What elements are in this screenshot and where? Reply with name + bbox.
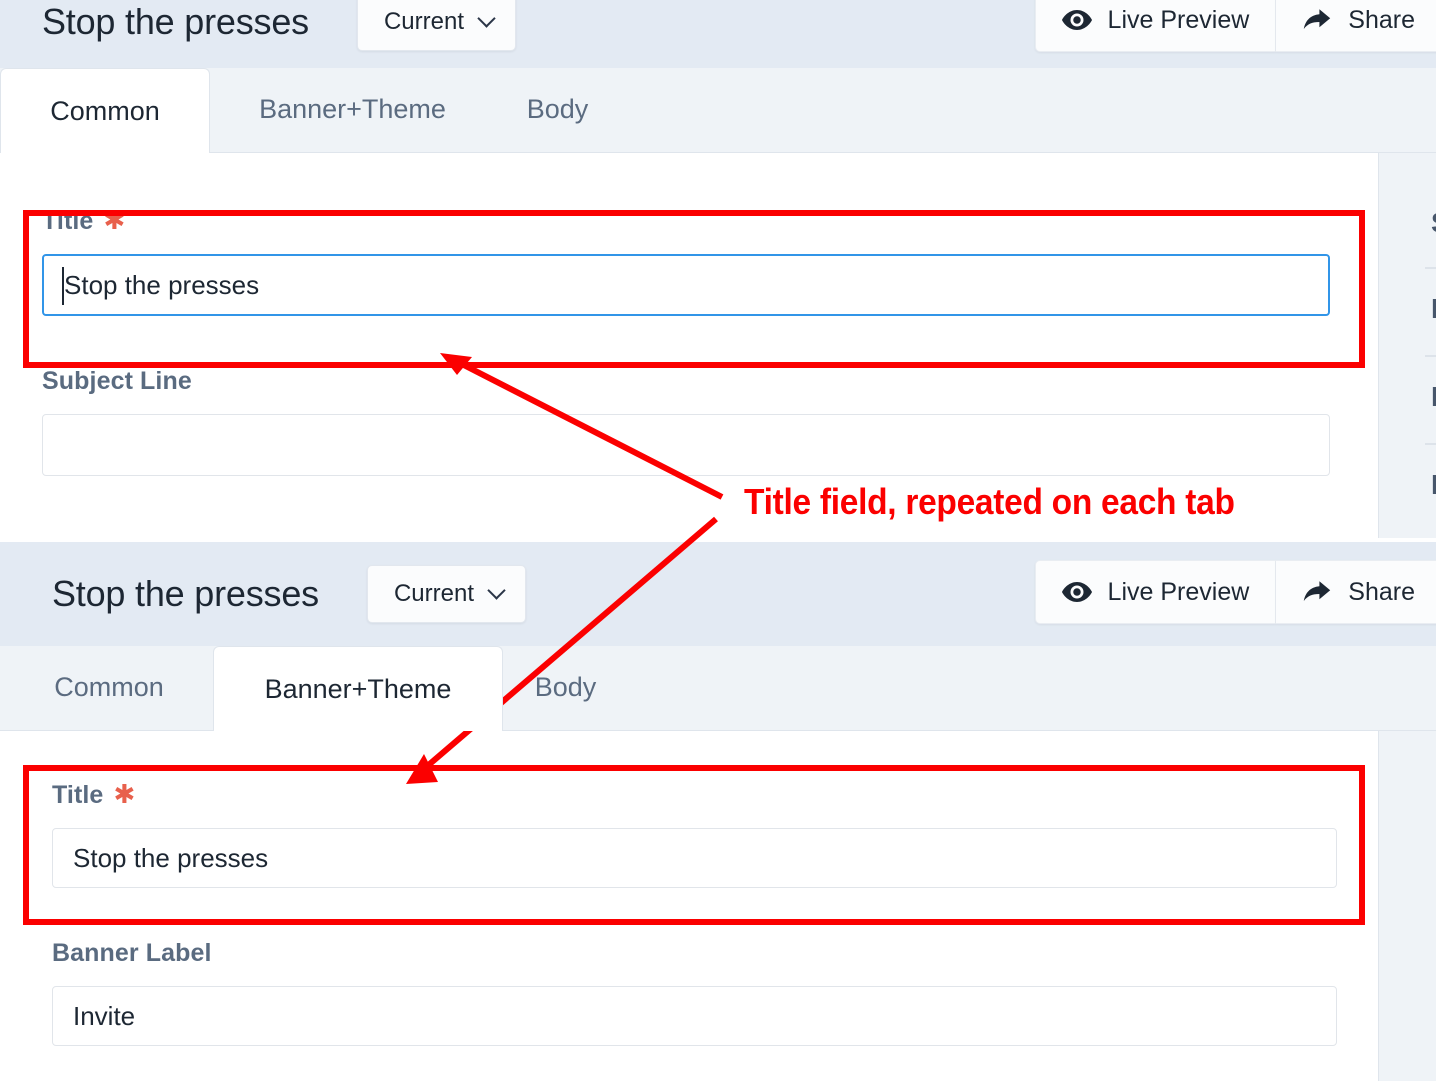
field-title-label-text-top: Title bbox=[42, 207, 94, 235]
form-area-top: Title ✱ Subject Line S bbox=[0, 153, 1436, 540]
subject-line-input[interactable] bbox=[42, 414, 1330, 476]
tabstrip-bottom: Common Banner+Theme Body bbox=[0, 646, 1436, 731]
sidebar-divider bbox=[1425, 355, 1436, 357]
tab-common-label-bottom: Common bbox=[54, 672, 164, 702]
page-title: Stop the presses bbox=[42, 1, 309, 42]
field-banner-label-label: Banner Label bbox=[52, 939, 1337, 968]
tab-banner-theme-label-bottom: Banner+Theme bbox=[264, 673, 452, 704]
eye-icon bbox=[1061, 582, 1092, 602]
window-common-tab: Stop the presses Current Live Preview Sh… bbox=[0, 0, 1436, 540]
field-banner-label: Banner Label bbox=[52, 939, 1337, 1046]
field-title-label-text-bottom: Title bbox=[52, 781, 104, 809]
tab-banner-theme-bottom[interactable]: Banner+Theme bbox=[213, 646, 503, 731]
form-area-bottom: Title ✱ Banner Label S E E bbox=[0, 731, 1436, 1081]
share-label: Share bbox=[1348, 5, 1415, 34]
banner-label-input[interactable] bbox=[52, 986, 1337, 1046]
tab-common-label: Common bbox=[50, 95, 160, 126]
field-subject-line-label: Subject Line bbox=[42, 367, 1330, 396]
eye-icon bbox=[1061, 10, 1092, 30]
field-title-top: Title ✱ bbox=[42, 205, 1330, 316]
tabstrip-top: Common Banner+Theme Body bbox=[0, 68, 1436, 153]
screenshot-stage: Stop the presses Current Live Preview Sh… bbox=[0, 0, 1436, 1081]
share-label-bottom: Share bbox=[1348, 577, 1415, 606]
sidebar-item-p[interactable]: P bbox=[1431, 293, 1436, 325]
sidebar-divider bbox=[1425, 443, 1436, 445]
right-sidebar-bottom: S E E E bbox=[1378, 731, 1436, 1081]
chevron-down-icon bbox=[490, 584, 505, 599]
required-asterisk-top: ✱ bbox=[103, 205, 126, 235]
chevron-down-icon bbox=[480, 12, 495, 27]
tab-body[interactable]: Body bbox=[495, 67, 620, 152]
tab-body-bottom[interactable]: Body bbox=[503, 645, 628, 730]
title-input-top[interactable] bbox=[42, 254, 1330, 316]
field-subject-line-label-text: Subject Line bbox=[42, 367, 192, 395]
field-title-label-top: Title ✱ bbox=[42, 205, 1330, 236]
header-actions-top: Live Preview Share bbox=[1034, 0, 1436, 68]
field-subject-line-top: Subject Line bbox=[42, 367, 1330, 476]
share-arrow-icon bbox=[1304, 581, 1331, 601]
tab-common-bottom[interactable]: Common bbox=[5, 645, 213, 730]
required-asterisk-bottom: ✱ bbox=[113, 779, 136, 809]
sidebar-item-s[interactable]: S bbox=[1431, 207, 1436, 239]
tab-common[interactable]: Common bbox=[0, 68, 210, 153]
form-column-bottom: Title ✱ Banner Label bbox=[5, 731, 1378, 1081]
version-select-label-bottom: Current bbox=[393, 580, 474, 607]
live-preview-label-bottom: Live Preview bbox=[1107, 577, 1250, 606]
live-preview-button[interactable]: Live Preview bbox=[1034, 0, 1277, 52]
tab-banner-theme-label: Banner+Theme bbox=[259, 94, 446, 124]
sidebar-item-e1[interactable]: E bbox=[1431, 381, 1436, 413]
tab-banner-theme[interactable]: Banner+Theme bbox=[210, 67, 495, 152]
text-caret bbox=[62, 267, 64, 305]
title-input-bottom[interactable] bbox=[52, 828, 1337, 888]
share-button[interactable]: Share bbox=[1276, 0, 1436, 52]
right-sidebar-top: S P E E bbox=[1378, 153, 1436, 540]
field-title-label-bottom: Title ✱ bbox=[52, 779, 1337, 810]
app-header-bottom: Stop the presses Current Live Preview Sh… bbox=[0, 542, 1436, 646]
live-preview-button-bottom[interactable]: Live Preview bbox=[1034, 560, 1277, 624]
header-actions-bottom: Live Preview Share bbox=[1034, 542, 1436, 646]
field-banner-label-text: Banner Label bbox=[52, 939, 212, 967]
share-arrow-icon bbox=[1304, 9, 1331, 29]
sidebar-divider bbox=[1425, 267, 1436, 269]
version-select-bottom[interactable]: Current bbox=[366, 565, 526, 623]
tab-body-label-bottom: Body bbox=[534, 672, 597, 702]
app-header-top: Stop the presses Current Live Preview Sh… bbox=[0, 0, 1436, 68]
version-select[interactable]: Current bbox=[356, 0, 516, 51]
sidebar-item-e2[interactable]: E bbox=[1431, 469, 1436, 501]
form-column-top: Title ✱ Subject Line bbox=[0, 153, 1378, 540]
live-preview-label: Live Preview bbox=[1107, 5, 1250, 34]
tab-body-label: Body bbox=[526, 94, 589, 124]
window-banner-theme-tab: Stop the presses Current Live Preview Sh… bbox=[0, 538, 1436, 1081]
share-button-bottom[interactable]: Share bbox=[1276, 560, 1436, 624]
version-select-label: Current bbox=[383, 8, 464, 35]
page-title-bottom: Stop the presses bbox=[52, 573, 319, 614]
field-title-bottom: Title ✱ bbox=[52, 779, 1337, 888]
